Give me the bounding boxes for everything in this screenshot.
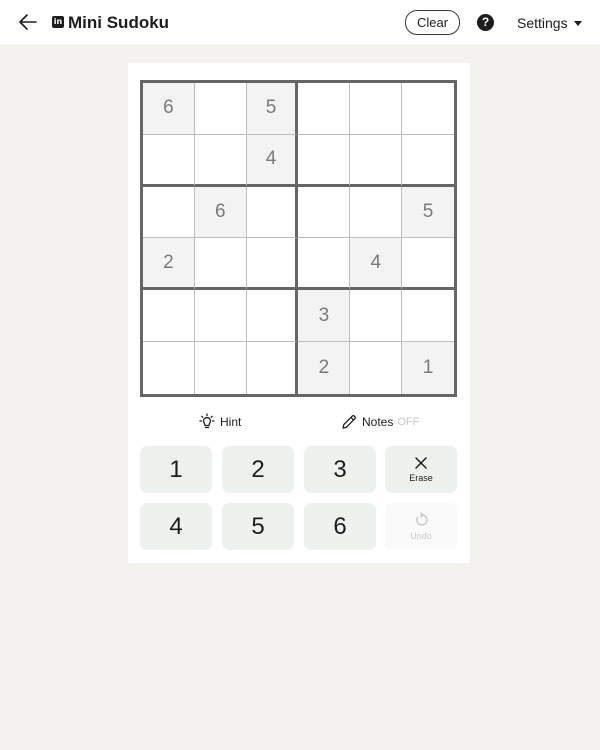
arrow-left-icon [19,14,37,30]
sudoku-cell[interactable] [350,83,403,135]
sudoku-cell[interactable] [350,290,403,343]
sudoku-cell[interactable] [350,134,403,187]
clear-button[interactable]: Clear [405,10,460,35]
sudoku-cell[interactable]: 6 [194,186,247,239]
sudoku-cell[interactable] [246,290,299,343]
lightbulb-icon [199,413,215,429]
erase-label: Erase [409,473,433,483]
sudoku-cell[interactable] [402,290,454,343]
hint-button[interactable]: Hint [198,412,241,432]
sudoku-cell[interactable] [350,186,403,239]
notes-toggle[interactable]: Notes OFF [340,412,419,432]
sudoku-cell[interactable] [195,342,247,394]
number-key-3[interactable]: 3 [304,446,376,493]
sudoku-cell[interactable] [194,290,247,343]
sudoku-cell[interactable]: 2 [298,342,351,394]
undo-icon [416,512,428,526]
sudoku-cell[interactable] [246,186,299,239]
sudoku-cell[interactable]: 2 [143,238,195,291]
sudoku-cell[interactable] [402,83,454,135]
sudoku-cell[interactable] [402,238,454,291]
top-bar: in Mini Sudoku Clear ? Settings [0,0,600,44]
caret-down-icon [573,21,582,26]
sudoku-cell[interactable] [143,186,195,239]
number-key-1[interactable]: 1 [140,446,212,493]
sudoku-cell[interactable] [350,342,403,394]
sudoku-cell[interactable] [298,134,351,187]
question-icon: ? [481,15,490,29]
sudoku-cell[interactable] [143,134,195,187]
sudoku-cell[interactable]: 3 [298,290,351,343]
back-button[interactable] [16,10,40,34]
sudoku-cell[interactable] [298,238,351,291]
sudoku-cell[interactable] [143,290,195,343]
sudoku-cell[interactable]: 5 [402,186,454,239]
help-button[interactable]: ? [477,14,494,31]
notes-label: Notes [362,415,394,429]
sudoku-cell[interactable] [298,83,351,135]
sudoku-cell[interactable] [246,238,299,291]
number-key-2[interactable]: 2 [222,446,294,493]
sudoku-cell[interactable] [194,83,247,135]
sudoku-cell[interactable]: 4 [246,134,299,187]
linkedin-icon: in [52,16,64,28]
sudoku-cell[interactable] [143,342,195,394]
pencil-icon [342,415,356,429]
sudoku-cell[interactable] [247,342,299,394]
sudoku-cell[interactable] [194,238,247,291]
sudoku-cell[interactable]: 6 [143,83,195,135]
settings-dropdown[interactable]: Settings [517,14,582,32]
undo-label: Undo [410,531,432,541]
sudoku-board: 6546524321 [140,80,457,397]
sudoku-cell[interactable]: 4 [350,238,403,291]
notes-state: OFF [397,416,420,428]
sudoku-cell[interactable] [402,135,454,187]
sudoku-cell[interactable]: 1 [402,342,454,394]
close-icon [415,457,427,469]
erase-button[interactable]: Erase [385,446,457,493]
page-title: Mini Sudoku [68,13,170,32]
number-key-6[interactable]: 6 [304,503,376,550]
undo-button[interactable]: Undo [385,503,457,550]
sudoku-cell[interactable]: 5 [246,83,299,135]
settings-label: Settings [517,15,568,31]
number-key-5[interactable]: 5 [222,503,294,550]
sudoku-cell[interactable] [194,134,247,187]
number-key-4[interactable]: 4 [140,503,212,550]
hint-label: Hint [220,415,242,429]
sudoku-cell[interactable] [298,186,351,239]
